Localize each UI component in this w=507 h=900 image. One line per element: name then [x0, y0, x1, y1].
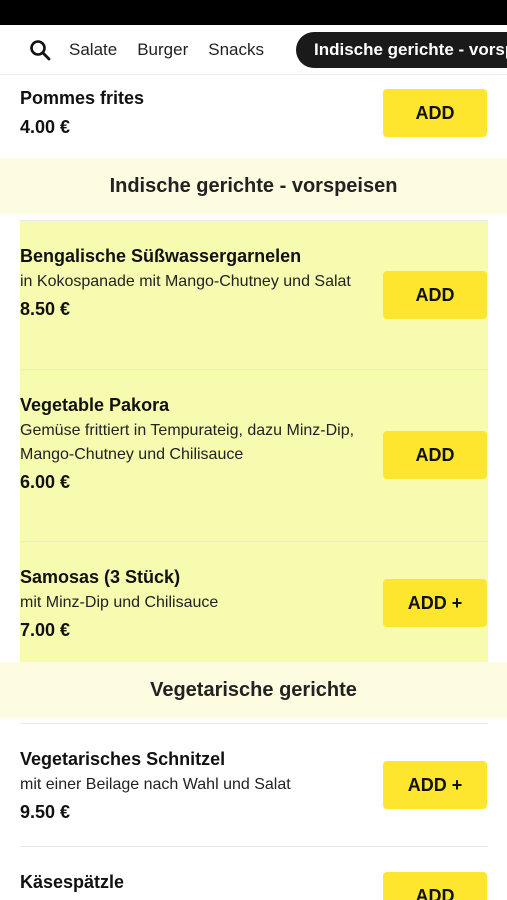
add-button-kaesespaetzle[interactable]: ADD: [383, 872, 487, 900]
add-button-pommes-frites[interactable]: ADD: [383, 89, 487, 137]
tab-indische-gerichte-vorspeisen[interactable]: Indische gerichte - vorspeisen: [295, 31, 507, 68]
item-name: Bengalische Süßwassergarnelen: [20, 246, 302, 266]
section-header-vegetarische-gerichte: Vegetarische gerichte: [0, 662, 507, 718]
divider: [20, 723, 488, 724]
divider: [20, 369, 488, 370]
search-icon[interactable]: [25, 35, 55, 65]
tab-snacks[interactable]: Snacks: [208, 40, 264, 60]
add-button-bengalische-garnelen[interactable]: ADD: [383, 271, 487, 319]
status-bar: [0, 0, 507, 25]
tab-salate[interactable]: Salate: [69, 40, 117, 60]
section-header-indische-gerichte: Indische gerichte - vorspeisen: [0, 158, 507, 214]
divider: [20, 846, 488, 847]
category-nav: Salate Burger Snacks Indische gerichte -…: [0, 25, 507, 75]
tab-burger[interactable]: Burger: [137, 40, 188, 60]
item-description: Gemüse frittiert in Tempurateig, dazu Mi…: [20, 422, 355, 463]
item-description: mit einer Beilage nach Wahl und Salat: [20, 776, 291, 793]
divider: [20, 541, 488, 542]
add-button-samosas[interactable]: ADD +: [383, 579, 487, 627]
item-description: mit Minz-Dip und Chilisauce: [20, 594, 219, 611]
item-description: in Kokospanade mit Mango-Chutney und Sal…: [20, 273, 351, 290]
add-button-vegetable-pakora[interactable]: ADD: [383, 431, 487, 479]
item-name: Vegetable Pakora: [20, 395, 170, 415]
add-button-vegetarisches-schnitzel[interactable]: ADD +: [383, 761, 487, 809]
